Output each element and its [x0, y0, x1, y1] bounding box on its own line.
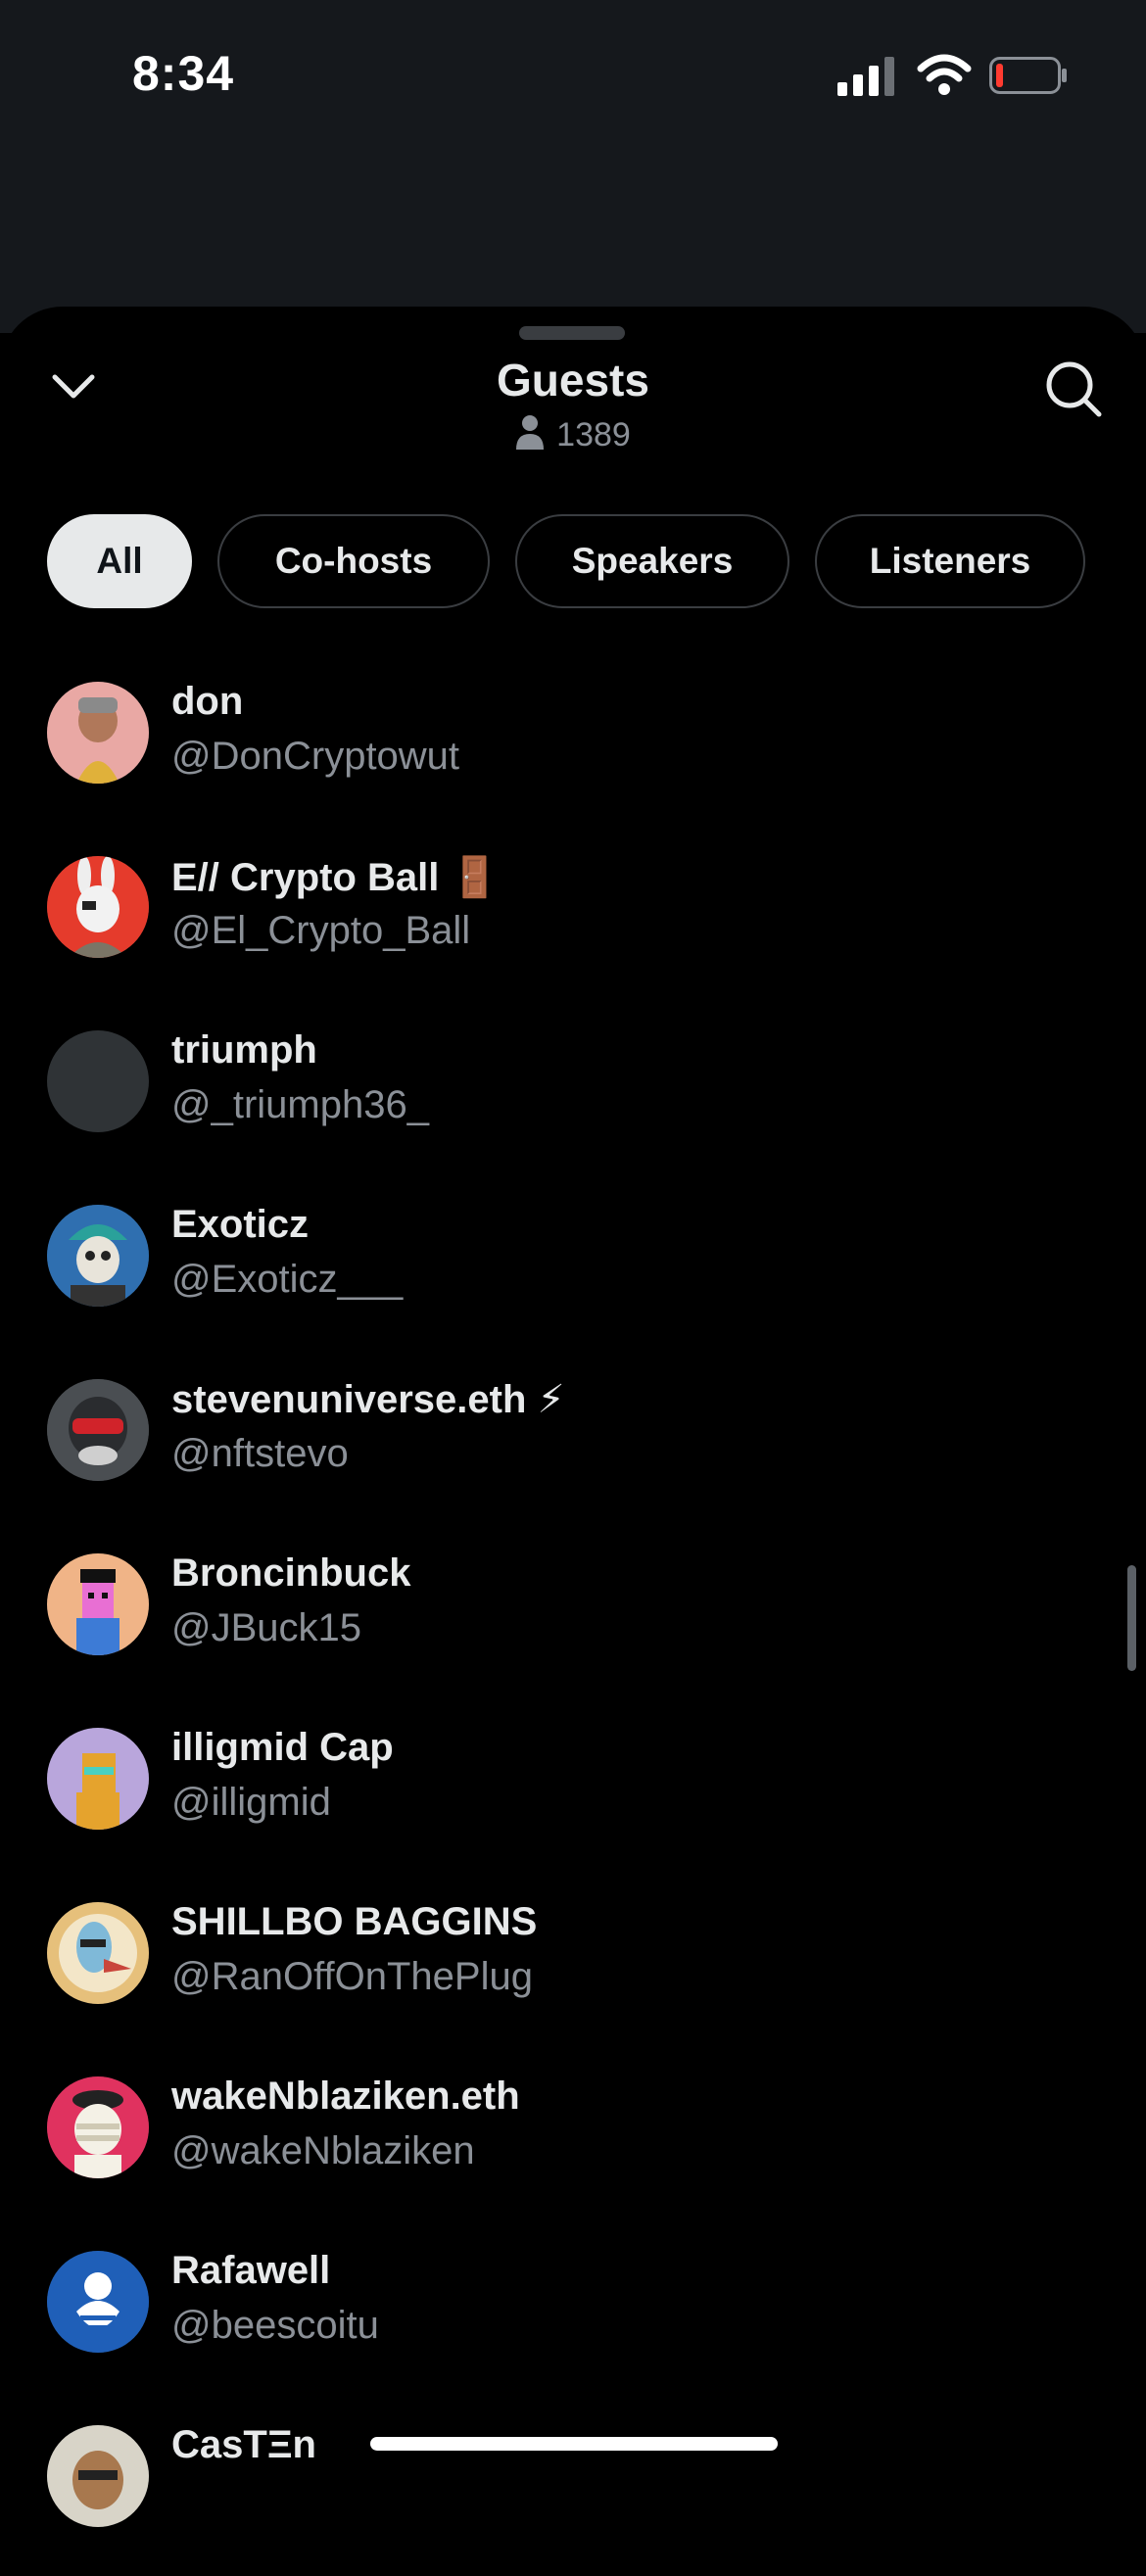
cellular-signal-icon: [837, 57, 894, 96]
guest-count: 1389: [0, 414, 1146, 454]
avatar[interactable]: [47, 2076, 149, 2178]
guest-name: stevenuniverse.eth ⚡: [171, 1378, 565, 1421]
guest-row[interactable]: wakeNblaziken.eth @wakeNblaziken: [0, 2053, 1146, 2227]
avatar[interactable]: [47, 1902, 149, 2004]
guest-handle: @JBuck15: [171, 1606, 362, 1649]
avatar[interactable]: [47, 2251, 149, 2353]
guest-handle: @Exoticz___: [171, 1258, 404, 1301]
guest-handle: @El_Crypto_Ball: [171, 909, 471, 952]
avatar[interactable]: [47, 1728, 149, 1830]
status-time: 8:34: [132, 46, 235, 101]
avatar[interactable]: [47, 1030, 149, 1132]
guest-handle: @_triumph36_: [171, 1083, 429, 1126]
background-header: [0, 147, 1146, 405]
avatar[interactable]: [47, 1379, 149, 1481]
tab-listeners[interactable]: Listeners: [815, 514, 1085, 608]
guest-name: triumph: [171, 1028, 317, 1072]
avatar[interactable]: [47, 1553, 149, 1655]
guest-row[interactable]: E// Crypto Ball 🚪 @El_Crypto_Ball: [0, 833, 1146, 1007]
guest-row[interactable]: stevenuniverse.eth ⚡ @nftstevo: [0, 1356, 1146, 1530]
guest-row[interactable]: don @DonCryptowut: [0, 658, 1146, 833]
tab-co-hosts[interactable]: Co-hosts: [217, 514, 490, 608]
avatar[interactable]: [47, 856, 149, 958]
guest-name: CasTΞn: [171, 2423, 316, 2466]
guest-row[interactable]: Broncinbuck @JBuck15: [0, 1530, 1146, 1704]
wifi-icon: [917, 54, 972, 95]
guest-handle: @DonCryptowut: [171, 735, 460, 778]
sheet-grabber[interactable]: [519, 326, 625, 340]
battery-icon: [989, 57, 1067, 94]
guest-row[interactable]: Exoticz @Exoticz___: [0, 1181, 1146, 1356]
guest-count-value: 1389: [556, 416, 631, 453]
avatar[interactable]: [47, 2425, 149, 2527]
guest-handle: @wakeNblaziken: [171, 2129, 475, 2172]
guest-row[interactable]: SHILLBO BAGGINS @RanOffOnThePlug: [0, 1879, 1146, 2053]
filter-tabs: All Co-hosts Speakers Listeners: [47, 514, 1105, 610]
home-indicator[interactable]: [370, 2437, 778, 2451]
guest-name: illigmid Cap: [171, 1726, 394, 1769]
guest-row[interactable]: CasTΞn: [0, 2402, 1146, 2576]
guest-handle: @nftstevo: [171, 1432, 349, 1475]
guest-handle: @RanOffOnThePlug: [171, 1955, 533, 1998]
guests-sheet: Guests 1389 All Co-hosts Speakers Listen…: [0, 307, 1146, 2527]
guest-row[interactable]: illigmid Cap @illigmid: [0, 1704, 1146, 1879]
guest-row[interactable]: triumph @_triumph36_: [0, 1007, 1146, 1181]
avatar[interactable]: [47, 1205, 149, 1307]
guest-name: SHILLBO BAGGINS: [171, 1900, 538, 1943]
person-icon: [516, 415, 545, 450]
tab-all[interactable]: All: [47, 514, 192, 608]
guest-name: wakeNblaziken.eth: [171, 2075, 520, 2118]
tab-speakers[interactable]: Speakers: [515, 514, 789, 608]
guest-handle: @illigmid: [171, 1781, 331, 1824]
background-app: 8:34: [0, 0, 1146, 405]
search-icon[interactable]: [1044, 359, 1103, 418]
guest-name: Exoticz: [171, 1203, 310, 1246]
guest-name: E// Crypto Ball 🚪: [171, 856, 500, 899]
status-bar: 8:34: [0, 0, 1146, 147]
guest-name: Rafawell: [171, 2249, 331, 2292]
sheet-title: Guests: [497, 355, 649, 405]
guest-row[interactable]: Rafawell @beescoitu: [0, 2227, 1146, 2402]
guest-name: Broncinbuck: [171, 1551, 411, 1595]
guest-name: don: [171, 680, 244, 723]
avatar[interactable]: [47, 682, 149, 784]
guest-handle: @beescoitu: [171, 2304, 379, 2347]
scrollbar[interactable]: [1127, 1565, 1136, 1671]
